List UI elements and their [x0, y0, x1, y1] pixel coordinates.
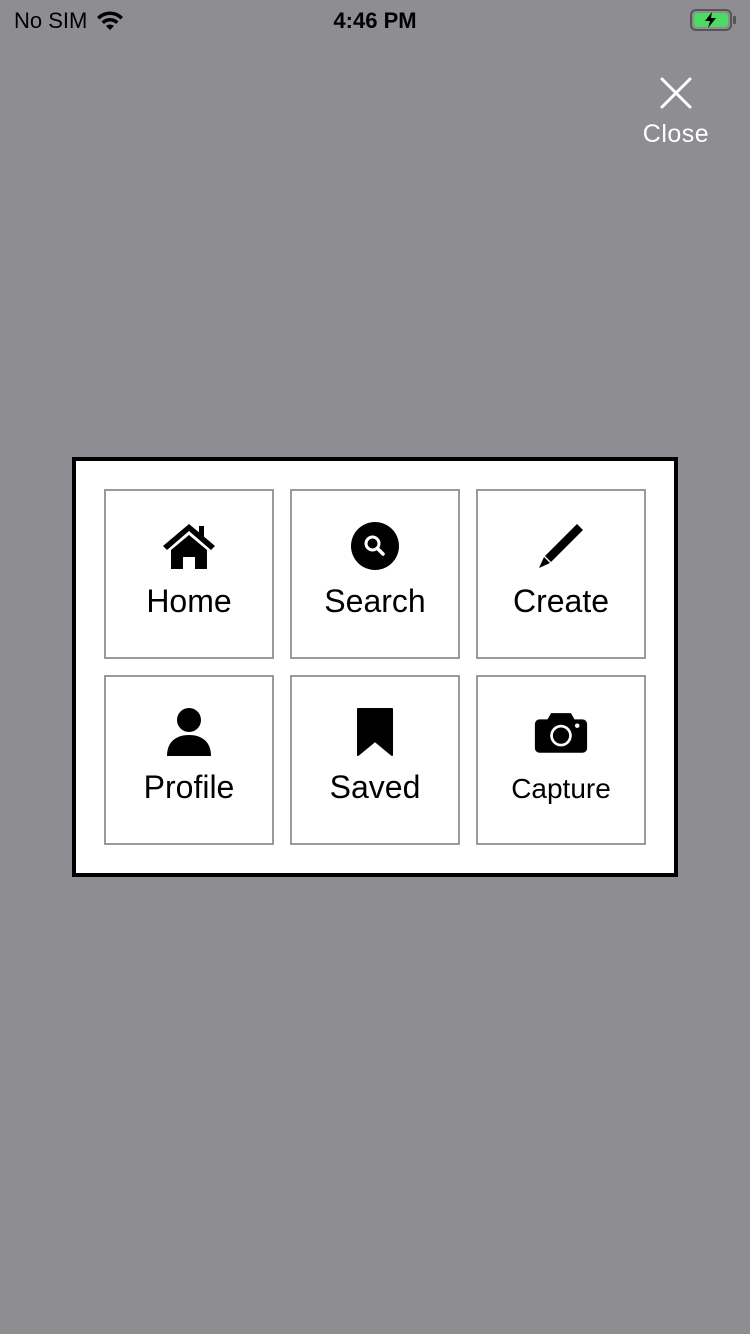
camera-icon	[534, 705, 588, 759]
close-label: Close	[642, 120, 710, 148]
menu-item-profile[interactable]: Profile	[104, 675, 274, 845]
bookmark-icon	[348, 705, 402, 759]
menu-item-capture[interactable]: Capture	[476, 675, 646, 845]
menu-item-label: Saved	[329, 769, 421, 805]
user-icon	[162, 705, 216, 759]
close-button[interactable]: Close	[636, 76, 716, 149]
menu-item-home[interactable]: Home	[104, 489, 274, 659]
menu-item-label: Create	[512, 583, 610, 619]
menu-item-saved[interactable]: Saved	[290, 675, 460, 845]
close-icon	[660, 77, 692, 109]
menu-panel: Home Search Create Profile Saved Capture	[72, 457, 678, 877]
home-icon	[162, 519, 216, 573]
menu-item-label: Profile	[143, 769, 235, 805]
status-time: 4:46 PM	[333, 8, 417, 33]
status-bar: No SIM 4:46 PM	[0, 0, 750, 40]
menu-item-label: Search	[324, 583, 426, 619]
pencil-icon	[534, 519, 588, 573]
menu-item-create[interactable]: Create	[476, 489, 646, 659]
menu-item-label: Capture	[511, 773, 611, 804]
menu-grid: Home Search Create Profile Saved Capture	[104, 489, 646, 845]
menu-item-label: Home	[146, 583, 232, 619]
battery-icon	[690, 9, 736, 31]
search-icon	[348, 519, 402, 573]
menu-item-search[interactable]: Search	[290, 489, 460, 659]
